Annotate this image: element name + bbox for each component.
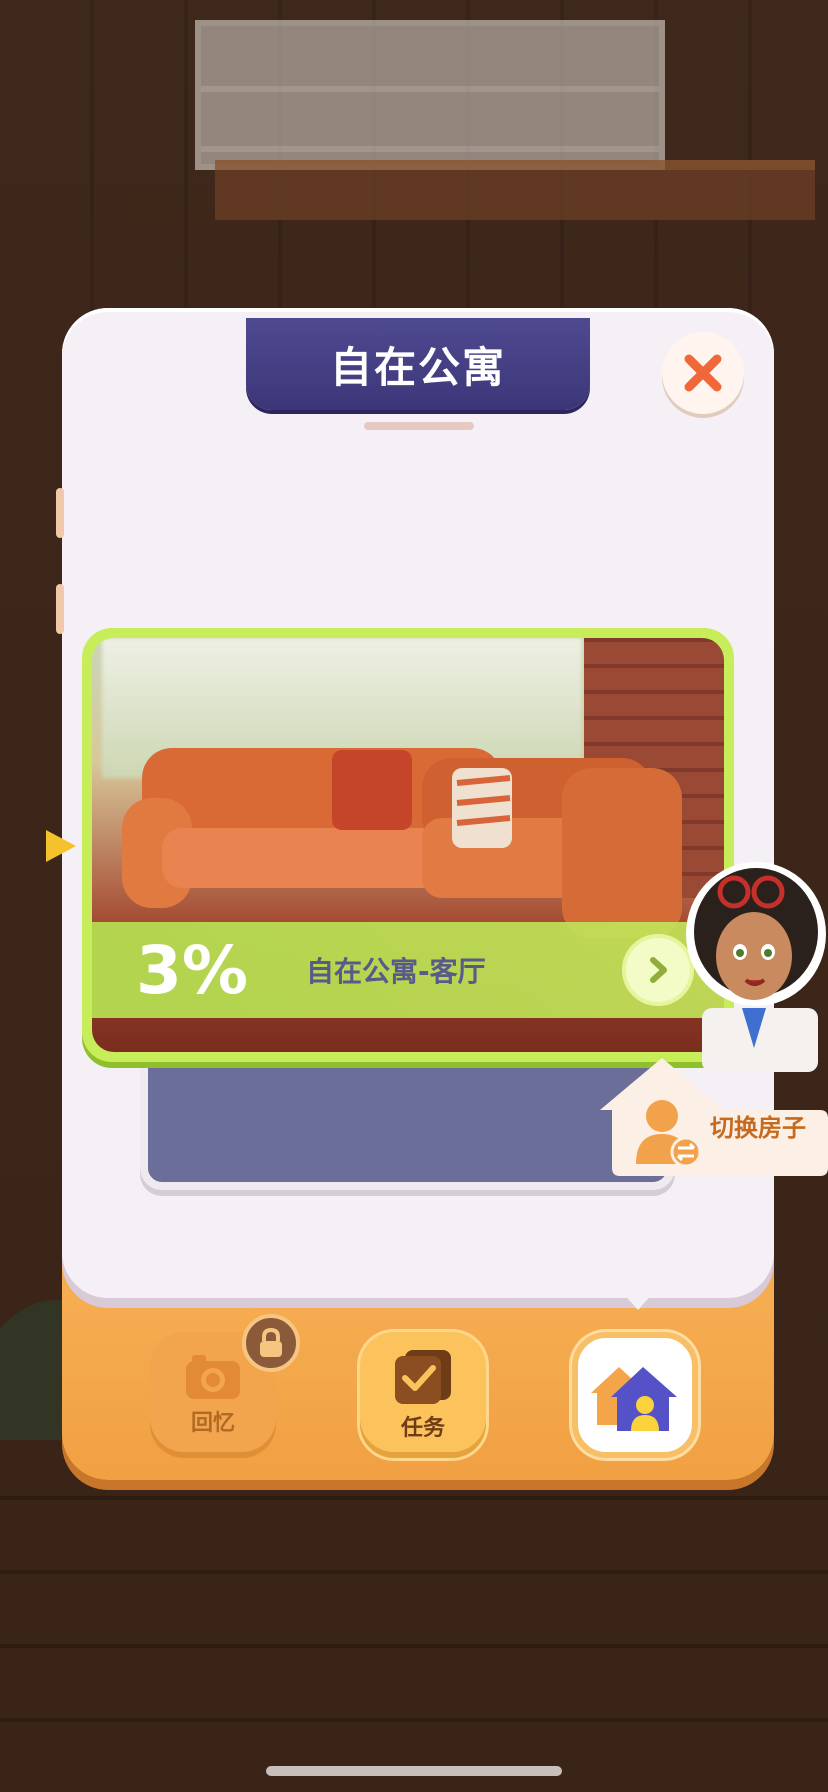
panel-title: 自在公寓 <box>329 342 506 392</box>
drag-handle <box>364 422 474 430</box>
scroll-tick <box>56 488 64 538</box>
progress-bar: 3% 自在公寓-客厅 <box>92 922 724 1018</box>
room-name: 自在公寓-客厅 <box>306 955 486 988</box>
camera-icon <box>186 1355 240 1399</box>
progress-percent: 3% <box>136 931 249 1009</box>
close-icon <box>684 354 722 392</box>
sofa-image <box>122 748 682 938</box>
tab-tasks-label: 任务 <box>400 1416 445 1441</box>
tab-house[interactable] <box>572 1332 698 1458</box>
house-icon <box>591 1367 677 1431</box>
scroll-tick <box>56 584 64 634</box>
room-photo: 3% 自在公寓-客厅 <box>92 638 724 1052</box>
close-button[interactable] <box>662 332 744 414</box>
panel-title-tab: 自在公寓 <box>246 318 590 410</box>
character-avatar <box>686 862 826 1072</box>
tab-tasks[interactable]: 任务 <box>360 1332 486 1458</box>
selection-arrow-icon <box>46 830 76 862</box>
tab-memories-label: 回忆 <box>190 1411 235 1436</box>
tab-pointer <box>622 1292 654 1310</box>
arrow-right-icon <box>650 957 667 983</box>
switch-house-label[interactable]: 切换房子 <box>710 1108 806 1143</box>
lock-icon <box>242 1314 300 1372</box>
floor <box>0 1440 828 1792</box>
checklist-icon <box>395 1350 451 1404</box>
home-indicator <box>266 1766 562 1776</box>
room-card[interactable]: 3% 自在公寓-客厅 <box>82 628 734 1062</box>
bookshelf <box>195 20 665 170</box>
bench <box>215 160 815 220</box>
